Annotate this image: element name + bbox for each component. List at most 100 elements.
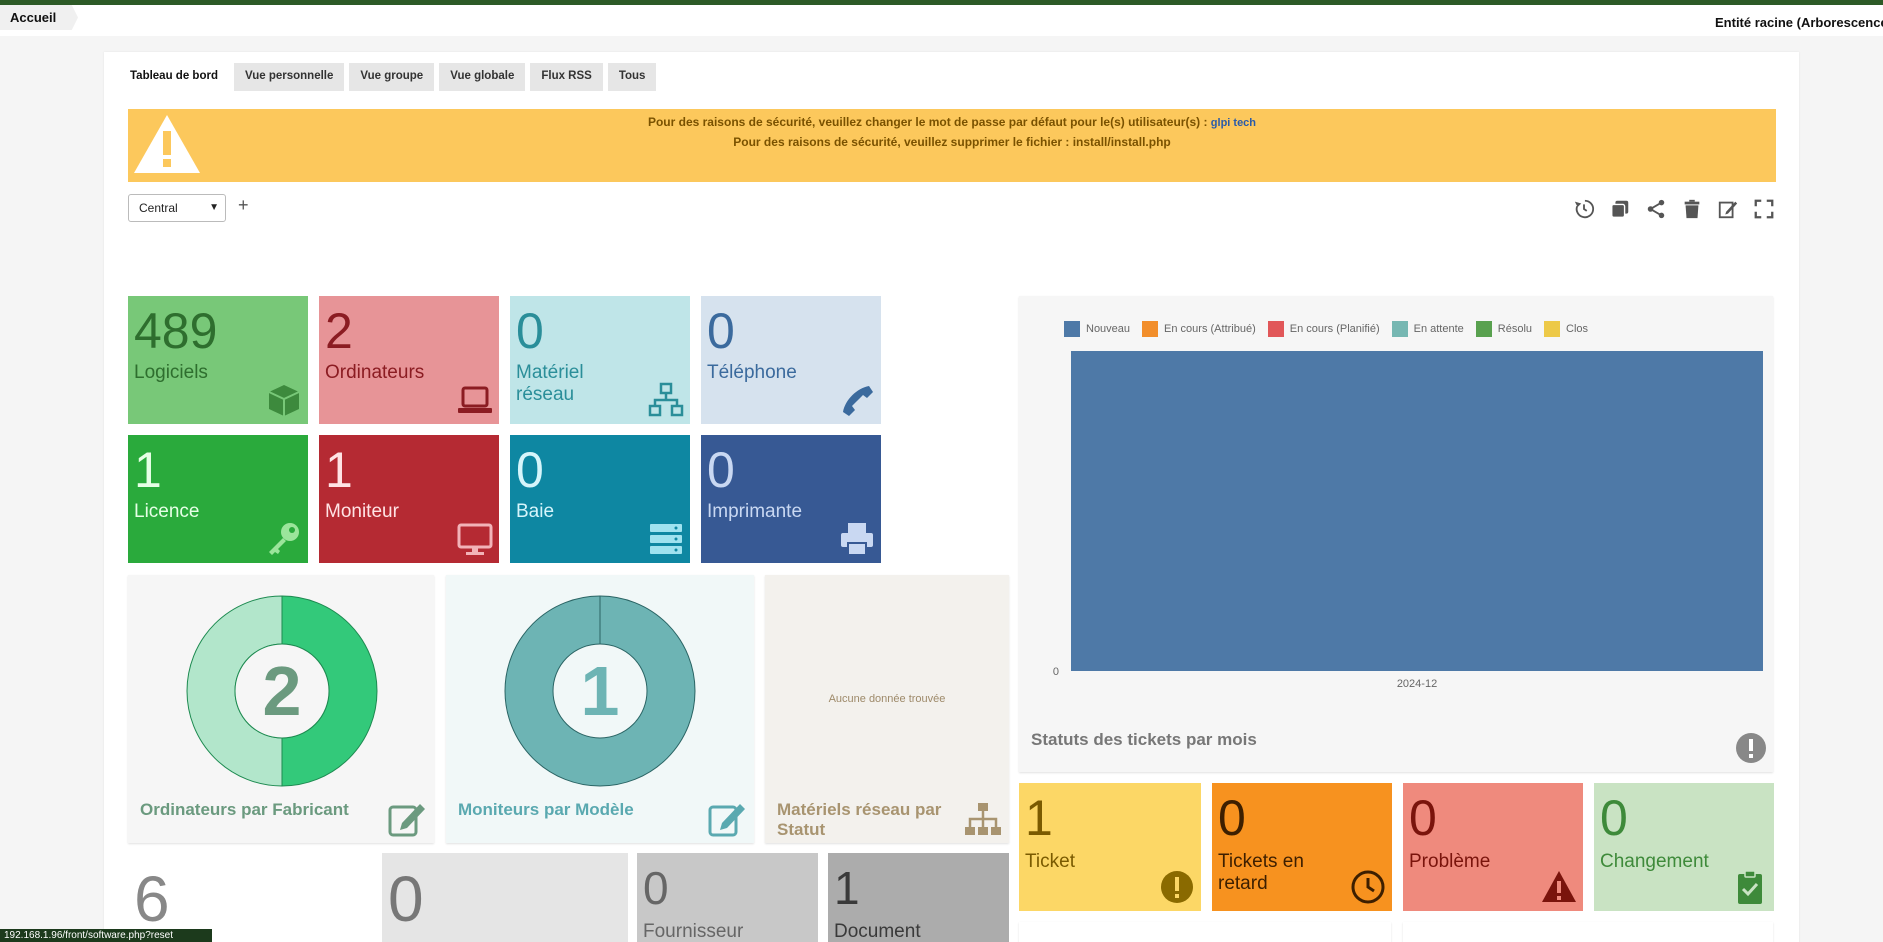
card-ordinateurs[interactable]: 2 Ordinateurs — [319, 296, 499, 424]
card-document[interactable]: 1 Document — [828, 853, 1009, 942]
card-value: 0 — [516, 442, 544, 498]
tab-vue-groupe[interactable]: Vue groupe — [349, 63, 435, 91]
monitor-icon — [457, 523, 493, 555]
status-bar-url: 192.168.1.96/front/software.php?reset — [0, 929, 212, 942]
tickets-status-chart-panel: Nouveau En cours (Attribué) En cours (Pl… — [1019, 296, 1773, 772]
dashboard-toolbar — [1573, 198, 1775, 220]
card-probleme[interactable]: 0 Problème — [1403, 783, 1583, 911]
card-value: 1 — [325, 442, 353, 498]
edit-icon[interactable] — [388, 801, 428, 837]
donut-moniteurs-panel: 1 Moniteurs par Modèle — [446, 575, 754, 843]
donut-ordinateurs-chart: 2 — [186, 595, 378, 787]
card-label: Imprimante — [707, 501, 803, 522]
clipboard-check-icon — [1738, 870, 1762, 904]
card-bottom-partial-2 — [1403, 922, 1773, 942]
card-value: 1 — [834, 862, 860, 914]
card-changement[interactable]: 0 Changement — [1594, 783, 1774, 911]
history-icon[interactable] — [1573, 198, 1595, 220]
card-label: Tickets en retard — [1218, 851, 1304, 894]
header-bar — [0, 5, 1883, 36]
card-imprimante[interactable]: 0 Imprimante — [701, 435, 881, 563]
warning-triangle-icon — [1542, 871, 1576, 902]
card-label: Ordinateurs — [325, 362, 425, 383]
card-bottom-2[interactable]: 0 — [382, 853, 628, 942]
card-value: 0 — [643, 862, 669, 914]
card-tickets-retard[interactable]: 0 Tickets en retard — [1212, 783, 1392, 911]
alert-circle-icon — [1161, 871, 1193, 903]
edit-icon[interactable] — [708, 801, 748, 837]
printer-icon — [841, 523, 873, 556]
card-value: 489 — [134, 303, 218, 359]
network-icon — [648, 382, 684, 417]
entity-selector[interactable]: Entité racine (Arborescence) — [1715, 15, 1883, 30]
x-tick-label: 2024-12 — [1397, 678, 1437, 690]
card-label: Matériel réseau — [516, 362, 584, 405]
card-value: 0 — [1409, 790, 1437, 846]
y-tick-label: 0 — [1053, 666, 1059, 678]
card-value: 1 — [134, 442, 162, 498]
server-rack-icon — [650, 524, 682, 554]
card-label: Fournisseur — [643, 921, 744, 942]
card-value: 2 — [325, 303, 353, 359]
alert-circle-icon — [1736, 733, 1766, 763]
donut-reseau-panel: Aucune donnée trouvée Matériels réseau p… — [765, 575, 1009, 843]
card-value: 0 — [388, 863, 424, 935]
add-dashboard-button[interactable]: + — [238, 195, 249, 216]
donut-total: 2 — [263, 652, 302, 730]
donut-total: 1 — [581, 652, 620, 730]
card-value: 0 — [707, 303, 735, 359]
card-bottom-partial-1 — [1019, 922, 1391, 942]
donut-ordinateurs-title: Ordinateurs par Fabricant — [140, 800, 349, 819]
donut-ordinateurs-panel: 2 Ordinateurs par Fabricant — [128, 575, 434, 843]
dashboard-select-value: Central — [139, 201, 178, 215]
donut-reseau-title: Matériels réseau par Statut — [777, 800, 942, 839]
tab-flux-rss[interactable]: Flux RSS — [530, 63, 603, 91]
card-fournisseur[interactable]: 0 Fournisseur — [637, 853, 818, 942]
donut-moniteurs-title: Moniteurs par Modèle — [458, 800, 634, 819]
card-ticket[interactable]: 1 Ticket — [1019, 783, 1201, 911]
tab-vue-personnelle[interactable]: Vue personnelle — [233, 63, 345, 91]
card-moniteur[interactable]: 1 Moniteur — [319, 435, 499, 563]
security-warning: Pour des raisons de sécurité, veuillez c… — [128, 109, 1776, 182]
card-value: 0 — [707, 442, 735, 498]
edit-icon[interactable] — [1717, 198, 1739, 220]
card-label: Ticket — [1025, 851, 1075, 872]
laptop-icon — [458, 386, 492, 413]
clone-icon[interactable] — [1609, 198, 1631, 220]
card-label: Changement — [1600, 851, 1709, 872]
warning-line-1: Pour des raisons de sécurité, veuillez c… — [128, 115, 1776, 129]
card-value: 0 — [516, 303, 544, 359]
dashboard-select[interactable]: Central ▼ — [128, 194, 226, 222]
fullscreen-icon[interactable] — [1753, 198, 1775, 220]
card-logiciels[interactable]: 489 Logiciels — [128, 296, 308, 424]
glpi-tech-link[interactable]: glpi tech — [1211, 117, 1256, 129]
card-baie[interactable]: 0 Baie — [510, 435, 690, 563]
no-data-message: Aucune donnée trouvée — [828, 693, 946, 705]
card-telephone[interactable]: 0 Téléphone — [701, 296, 881, 424]
tab-tous[interactable]: Tous — [607, 63, 657, 91]
card-label: Licence — [134, 501, 200, 522]
bar-nouveau[interactable] — [1071, 351, 1763, 671]
trash-icon[interactable] — [1681, 198, 1703, 220]
breadcrumb-home[interactable]: Accueil — [0, 5, 78, 30]
card-licence[interactable]: 1 Licence — [128, 435, 308, 563]
tab-vue-globale[interactable]: Vue globale — [439, 63, 526, 91]
card-label: Problème — [1409, 851, 1491, 872]
tab-tableau-de-bord[interactable]: Tableau de bord — [124, 63, 229, 91]
tab-bar: Tableau de bord Vue personnelle Vue grou… — [124, 63, 657, 91]
tickets-bar-chart: 2024-12 0 — [1053, 351, 1763, 690]
card-label: Baie — [516, 501, 555, 522]
card-label: Document — [834, 921, 921, 942]
network-icon — [965, 803, 1001, 835]
warning-line-2: Pour des raisons de sécurité, veuillez s… — [733, 135, 1171, 149]
card-materiel-reseau[interactable]: 0 Matériel réseau — [510, 296, 690, 424]
chevron-down-icon: ▼ — [209, 202, 219, 213]
donut-moniteurs-chart: 1 — [504, 595, 696, 787]
card-label: Moniteur — [325, 501, 399, 522]
share-icon[interactable] — [1645, 198, 1667, 220]
card-value: 6 — [134, 863, 170, 935]
clock-icon — [1351, 870, 1385, 904]
key-icon — [269, 523, 299, 555]
warning-line-1-text: Pour des raisons de sécurité, veuillez c… — [647, 115, 1208, 129]
chart-title: Statuts des tickets par mois — [1031, 730, 1257, 749]
